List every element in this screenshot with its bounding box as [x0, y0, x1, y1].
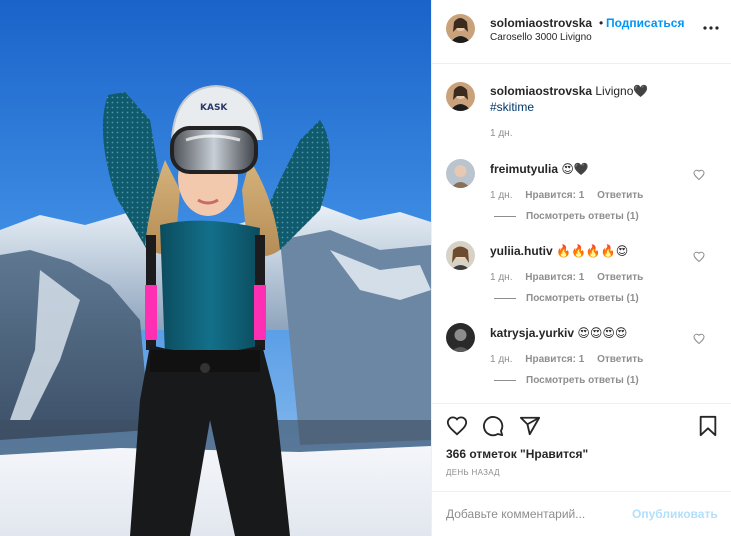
heart-icon[interactable] — [446, 415, 468, 437]
author-avatar-image — [446, 14, 475, 43]
post-photo[interactable]: KASK — [0, 0, 431, 536]
comment-time: 1 дн. — [490, 190, 513, 201]
comment-username[interactable]: freimutyulia — [490, 162, 558, 176]
replies-line — [494, 379, 516, 381]
view-replies-button[interactable]: Посмотреть ответы (1) — [494, 293, 639, 304]
reply-button[interactable]: Ответить — [597, 190, 643, 201]
commenter-avatar-image — [446, 241, 475, 270]
follow-button[interactable]: Подписаться — [606, 16, 684, 30]
comment-line: yuliia.hutiv 🔥🔥🔥🔥😍 — [490, 244, 628, 258]
view-replies-button[interactable]: Посмотреть ответы (1) — [494, 211, 639, 222]
caption-username[interactable]: solomiaostrovska — [490, 84, 592, 98]
reply-button[interactable]: Ответить — [597, 272, 643, 283]
caption-text: Livigno🖤 — [592, 84, 649, 98]
comment-item: freimutyulia 😍🖤 1 дн. Нравится: 1 Ответи… — [432, 159, 731, 239]
comment-line: freimutyulia 😍🖤 — [490, 162, 589, 176]
comment-text: 😍🖤 — [558, 162, 589, 176]
author-username[interactable]: solomiaostrovska — [490, 16, 592, 30]
commenter-avatar[interactable] — [446, 159, 475, 188]
post-sidebar: solomiaostrovska • Подписаться Carosello… — [431, 0, 731, 536]
bookmark-icon[interactable] — [697, 415, 719, 437]
add-comment-bar: Опубликовать — [432, 491, 731, 536]
commenter-avatar[interactable] — [446, 241, 475, 270]
comment-text: 😍😍😍😍 — [574, 326, 628, 340]
replies-line — [494, 215, 516, 217]
view-replies-label: Посмотреть ответы (1) — [526, 375, 639, 386]
post-location[interactable]: Carosello 3000 Livigno — [490, 32, 592, 43]
caption-avatar[interactable] — [446, 82, 475, 111]
comment-time: 1 дн. — [490, 272, 513, 283]
comment-heart-icon[interactable] — [693, 169, 705, 181]
view-replies-button[interactable]: Посмотреть ответы (1) — [494, 375, 639, 386]
likes-count[interactable]: 366 отметок "Нравится" — [446, 447, 588, 461]
commenter-avatar-image — [446, 323, 475, 352]
comment-username[interactable]: yuliia.hutiv — [490, 244, 553, 258]
comment-icon[interactable] — [482, 415, 504, 437]
caption-hashtag[interactable]: #skitime — [490, 100, 534, 114]
commenter-avatar-image — [446, 159, 475, 188]
comment-line: katrysja.yurkiv 😍😍😍😍 — [490, 326, 627, 340]
comment-item: yuliia.hutiv 🔥🔥🔥🔥😍 1 дн. Нравится: 1 Отв… — [432, 241, 731, 321]
comment-input[interactable] — [446, 506, 606, 522]
comment-likes[interactable]: Нравится: 1 — [525, 190, 584, 201]
post-date: ДЕНЬ НАЗАД — [446, 468, 500, 477]
comment-text: 🔥🔥🔥🔥😍 — [552, 244, 629, 258]
view-replies-label: Посмотреть ответы (1) — [526, 211, 639, 222]
skier-photo-illustration: KASK — [0, 0, 431, 536]
comment-meta: 1 дн. Нравится: 1 Ответить — [490, 354, 653, 365]
replies-line — [494, 297, 516, 299]
share-icon[interactable] — [519, 415, 541, 437]
reply-button[interactable]: Ответить — [597, 354, 643, 365]
comment-heart-icon[interactable] — [693, 333, 705, 345]
comment-likes[interactable]: Нравится: 1 — [525, 354, 584, 365]
post-header: solomiaostrovska • Подписаться Carosello… — [432, 0, 731, 64]
helmet-brand: KASK — [200, 103, 228, 113]
comment-likes[interactable]: Нравится: 1 — [525, 272, 584, 283]
instagram-post: KASK solomiaostrovska • Подписаться Caro… — [0, 0, 731, 536]
caption-avatar-image — [446, 82, 475, 111]
header-separator: • — [599, 16, 604, 30]
publish-button[interactable]: Опубликовать — [632, 507, 718, 521]
commenter-avatar[interactable] — [446, 323, 475, 352]
caption-line: solomiaostrovska Livigno🖤 — [490, 84, 648, 98]
view-replies-label: Посмотреть ответы (1) — [526, 293, 639, 304]
caption-time: 1 дн. — [490, 128, 513, 139]
author-avatar[interactable] — [446, 14, 475, 43]
comment-meta: 1 дн. Нравится: 1 Ответить — [490, 272, 653, 283]
comment-username[interactable]: katrysja.yurkiv — [490, 326, 574, 340]
comment-meta: 1 дн. Нравится: 1 Ответить — [490, 190, 653, 201]
more-options-icon[interactable] — [703, 24, 719, 32]
comment-item: katrysja.yurkiv 😍😍😍😍 1 дн. Нравится: 1 О… — [432, 323, 731, 403]
comment-time: 1 дн. — [490, 354, 513, 365]
comment-heart-icon[interactable] — [693, 251, 705, 263]
